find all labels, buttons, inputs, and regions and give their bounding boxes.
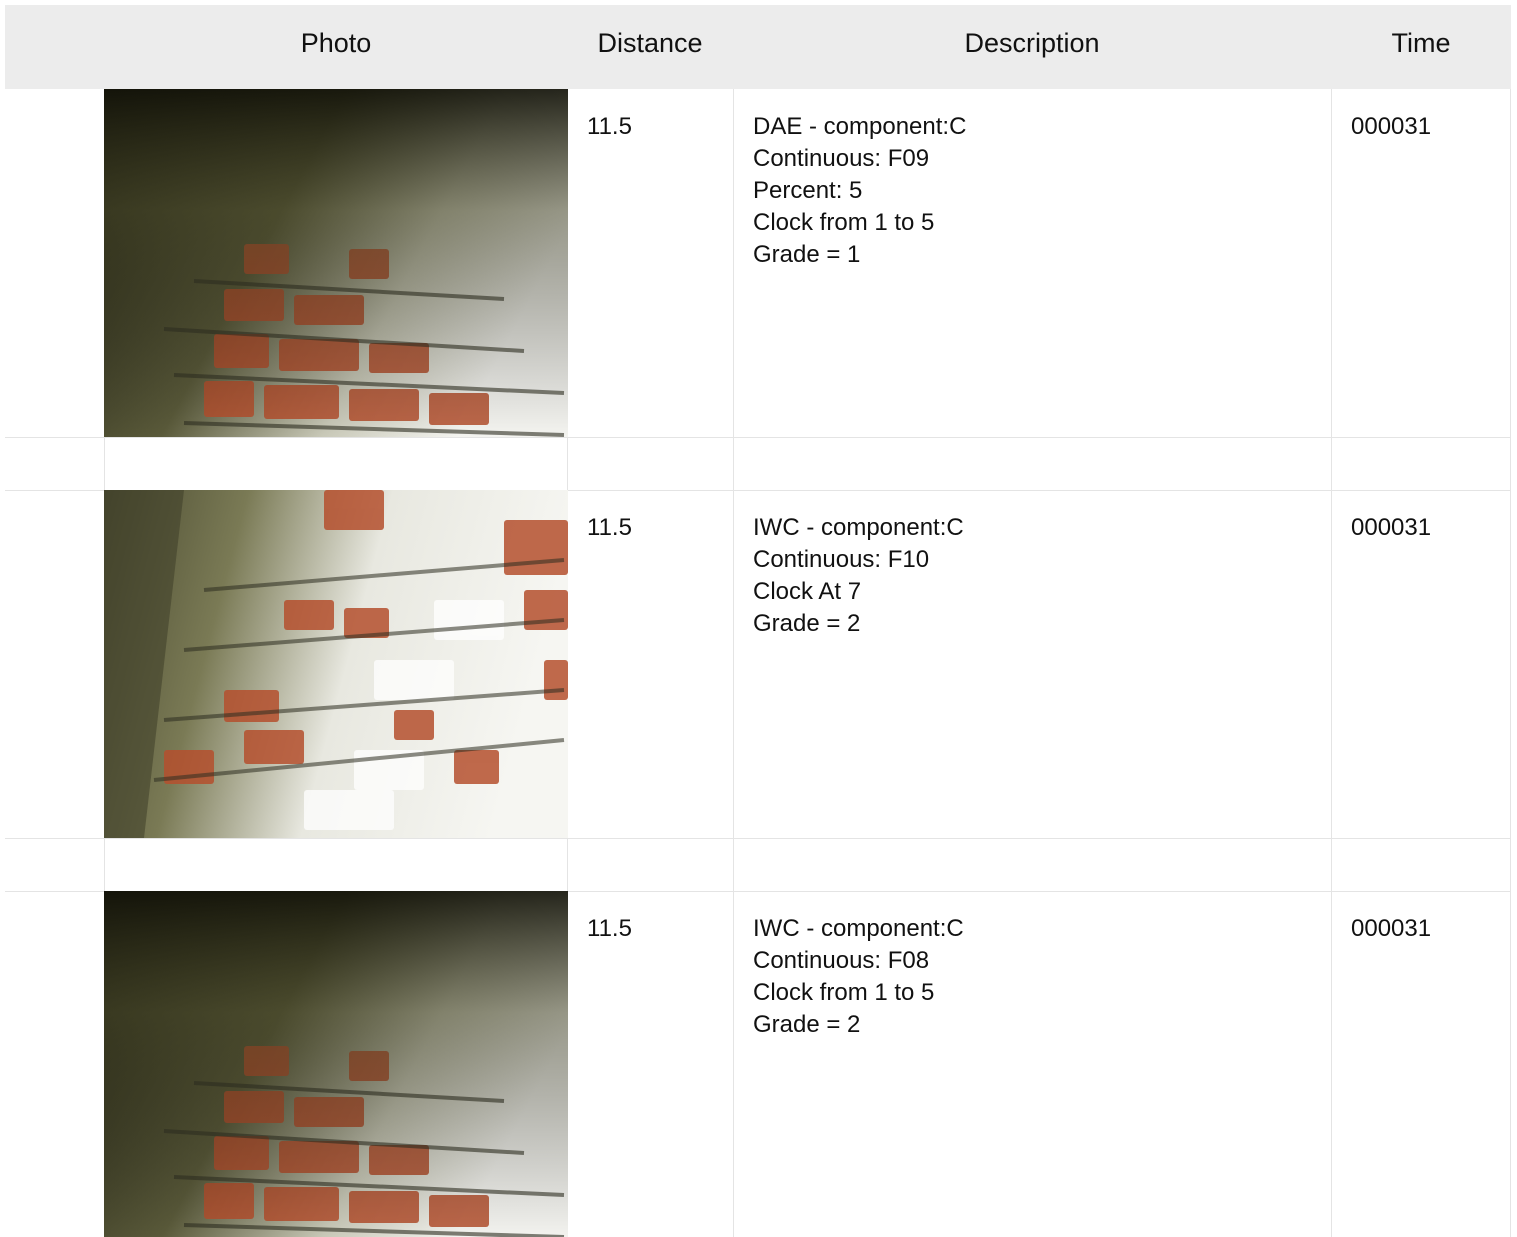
brick-pipe-photo-icon bbox=[104, 891, 568, 1237]
inspection-table: Photo Distance Description Time 11.5 DAE… bbox=[5, 5, 1511, 1237]
header-description[interactable]: Description bbox=[733, 5, 1331, 89]
distance-value: 11.5 bbox=[587, 514, 632, 541]
description-line: DAE - component:C bbox=[753, 113, 967, 140]
table-header: Photo Distance Description Time bbox=[5, 5, 1511, 89]
description-line: Continuous: F10 bbox=[753, 546, 930, 573]
description-line: Grade = 2 bbox=[753, 1011, 861, 1038]
description-line: Continuous: F09 bbox=[753, 145, 930, 172]
distance-value: 11.5 bbox=[587, 113, 632, 140]
brick-pipe-photo-icon bbox=[104, 89, 568, 437]
row-divider bbox=[5, 838, 1511, 839]
header-time[interactable]: Time bbox=[1331, 5, 1511, 89]
description-line: IWC - component:C bbox=[753, 514, 964, 541]
description-line: Percent: 5 bbox=[753, 177, 863, 204]
defect-photo[interactable] bbox=[104, 89, 568, 437]
defect-photo[interactable] bbox=[104, 490, 568, 838]
table-row[interactable]: 11.5 IWC - component:C Continuous: F10 C… bbox=[5, 490, 1511, 838]
time-value: 000031 bbox=[1351, 514, 1432, 541]
description-text: IWC - component:C Continuous: F08 Clock … bbox=[753, 913, 964, 1041]
header-photo[interactable]: Photo bbox=[105, 5, 567, 89]
description-line: Clock from 1 to 5 bbox=[753, 979, 935, 1006]
header-distance[interactable]: Distance bbox=[567, 5, 733, 89]
description-line: Clock At 7 bbox=[753, 578, 862, 605]
description-line: Grade = 2 bbox=[753, 610, 861, 637]
table-row[interactable]: 11.5 DAE - component:C Continuous: F09 P… bbox=[5, 89, 1511, 437]
table-row[interactable]: 11.5 IWC - component:C Continuous: F08 C… bbox=[5, 891, 1511, 1237]
time-value: 000031 bbox=[1351, 915, 1432, 942]
table-body: 11.5 DAE - component:C Continuous: F09 P… bbox=[5, 89, 1511, 1237]
defect-photo[interactable] bbox=[104, 891, 568, 1237]
distance-value: 11.5 bbox=[587, 915, 632, 942]
description-line: Grade = 1 bbox=[753, 241, 861, 268]
time-value: 000031 bbox=[1351, 113, 1432, 140]
description-line: Continuous: F08 bbox=[753, 947, 930, 974]
description-text: IWC - component:C Continuous: F10 Clock … bbox=[753, 512, 964, 640]
description-text: DAE - component:C Continuous: F09 Percen… bbox=[753, 111, 966, 271]
description-line: Clock from 1 to 5 bbox=[753, 209, 935, 236]
brick-pipe-photo-icon bbox=[104, 490, 568, 838]
row-divider bbox=[5, 437, 1511, 438]
description-line: IWC - component:C bbox=[753, 915, 964, 942]
